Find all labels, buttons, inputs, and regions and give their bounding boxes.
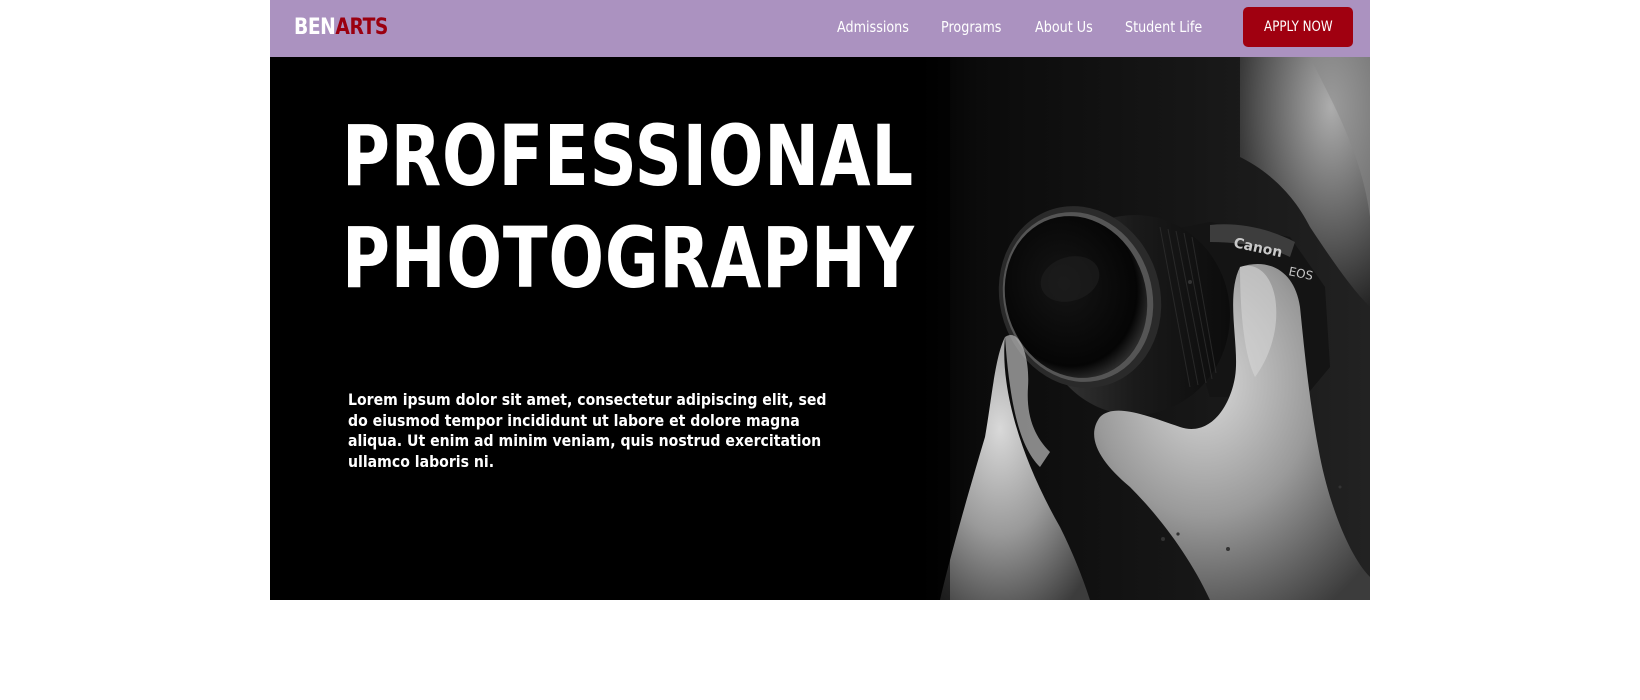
hero-title-line1: PROFESSIONAL	[342, 107, 914, 205]
apply-now-button[interactable]: APPLY NOW	[1243, 7, 1353, 47]
apply-now-label: APPLY NOW	[1263, 19, 1333, 35]
top-navbar: BENARTS Admissions Programs About Us Stu…	[270, 0, 1370, 57]
nav-link-about-us[interactable]: About Us	[1035, 18, 1093, 36]
page-frame: BENARTS Admissions Programs About Us Stu…	[270, 0, 1370, 600]
nav-link-student-life[interactable]: Student Life	[1125, 18, 1202, 36]
hero-camera-photo: Canon EOS	[910, 57, 1370, 600]
hero-title-line2: PHOTOGRAPHY	[342, 209, 915, 307]
hero-description: Lorem ipsum dolor sit amet, consectetur …	[348, 390, 827, 471]
hero-title: PROFESSIONAL PHOTOGRAPHY	[342, 105, 915, 309]
nav-link-programs[interactable]: Programs	[941, 18, 1001, 36]
nav-link-admissions[interactable]: Admissions	[837, 18, 909, 36]
nav-links: Admissions Programs About Us Student Lif…	[270, 0, 1370, 57]
